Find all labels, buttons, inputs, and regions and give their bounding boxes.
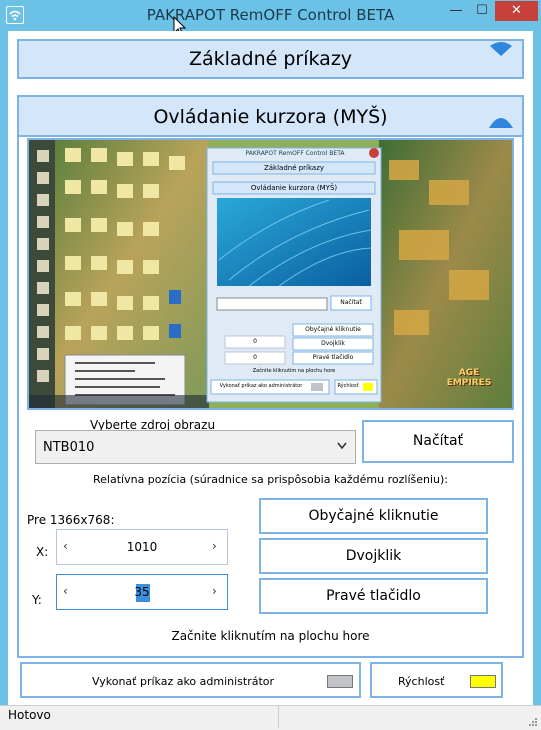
x-value[interactable]: 1010 (77, 540, 207, 554)
preview-x-stepper: 0 (253, 338, 257, 345)
basic-commands-header[interactable]: Základné príkazy (17, 39, 524, 79)
chevron-down-icon (336, 439, 348, 456)
double-click-button[interactable]: Dvojklik (259, 538, 488, 574)
hint-text: Začnite kliknutím na plochu hore (171, 629, 370, 643)
y-label: Y: (32, 593, 42, 607)
admin-label: Vykonať príkaz ako administrátor (92, 675, 275, 688)
x-label: X: (36, 545, 49, 559)
chevron-left-icon[interactable]: ‹ (63, 539, 68, 553)
relative-position-note: Relatívna pozícia (súradnice sa prispôso… (93, 473, 448, 486)
cursor-control-header[interactable]: Ovládanie kurzora (MYŠ) (17, 95, 524, 137)
preview-right-click-button: Pravé tlačidlo (312, 354, 354, 361)
speed-color-indicator (470, 675, 496, 688)
x-stepper[interactable]: ‹ 1010 › (56, 529, 228, 565)
remote-screen-preview[interactable]: PAKRAPOT RemOFF Control BETA Základné pr… (27, 138, 514, 410)
resize-grip-icon[interactable] (528, 716, 538, 730)
status-text: Hotovo (8, 708, 51, 722)
status-bar (0, 705, 541, 730)
speed-toggle[interactable]: Rýchlosť (370, 662, 503, 698)
preview-y-stepper: 0 (253, 354, 257, 361)
maximize-button[interactable]: ☐ (469, 1, 495, 21)
right-click-button[interactable]: Pravé tlačidlo (259, 578, 488, 614)
preview-basic-header: Základné príkazy (263, 164, 325, 172)
y-stepper[interactable]: ‹ 35 › (56, 574, 228, 610)
preview-cursor-header: Ovládanie kurzora (MYŠ) (250, 184, 338, 192)
single-click-button[interactable]: Obyčajné kliknutie (259, 498, 488, 534)
status-divider (278, 706, 279, 728)
image-source-value: NTB010 (43, 440, 95, 455)
preview-hint: Začnite kliknutím na plochu hore (252, 368, 336, 374)
minimize-button[interactable]: — (443, 1, 469, 21)
image-source-select[interactable]: NTB010 (35, 430, 356, 464)
y-value[interactable]: 35 (77, 585, 207, 599)
chevron-right-icon[interactable]: › (212, 539, 217, 553)
expand-wifi-icon[interactable] (489, 41, 513, 60)
collapse-chevron-up-icon[interactable] (488, 113, 514, 132)
preview-double-click-button: Dvojklik (321, 340, 345, 347)
load-button[interactable]: Načítať (362, 420, 514, 463)
resolution-label: Pre 1366x768: (27, 513, 115, 527)
preview-single-click-button: Obyčajné kliknutie (305, 326, 361, 333)
preview-logo-bottom: EMPIRES (446, 378, 492, 388)
cursor-control-title: Ovládanie kurzora (MYŠ) (153, 106, 388, 128)
chevron-left-icon[interactable]: ‹ (63, 584, 68, 598)
chevron-right-icon[interactable]: › (212, 584, 217, 598)
admin-color-indicator (327, 675, 353, 688)
admin-toggle[interactable]: Vykonať príkaz ako administrátor (20, 662, 361, 698)
preview-speed-label: Rýchlosť (337, 383, 359, 389)
preview-admin-label: Vykonať príkaz ako administrátor (219, 383, 303, 389)
preview-game-logo: AGE EMPIRES (434, 368, 504, 388)
basic-commands-title: Základné príkazy (188, 48, 353, 70)
preview-logo-top: AGE (458, 368, 480, 378)
preview-load-button: Načítať (340, 299, 362, 306)
close-button[interactable]: ✕ (495, 1, 538, 21)
speed-label: Rýchlosť (398, 675, 445, 688)
preview-title: PAKRAPOT RemOFF Control BETA (245, 150, 345, 157)
